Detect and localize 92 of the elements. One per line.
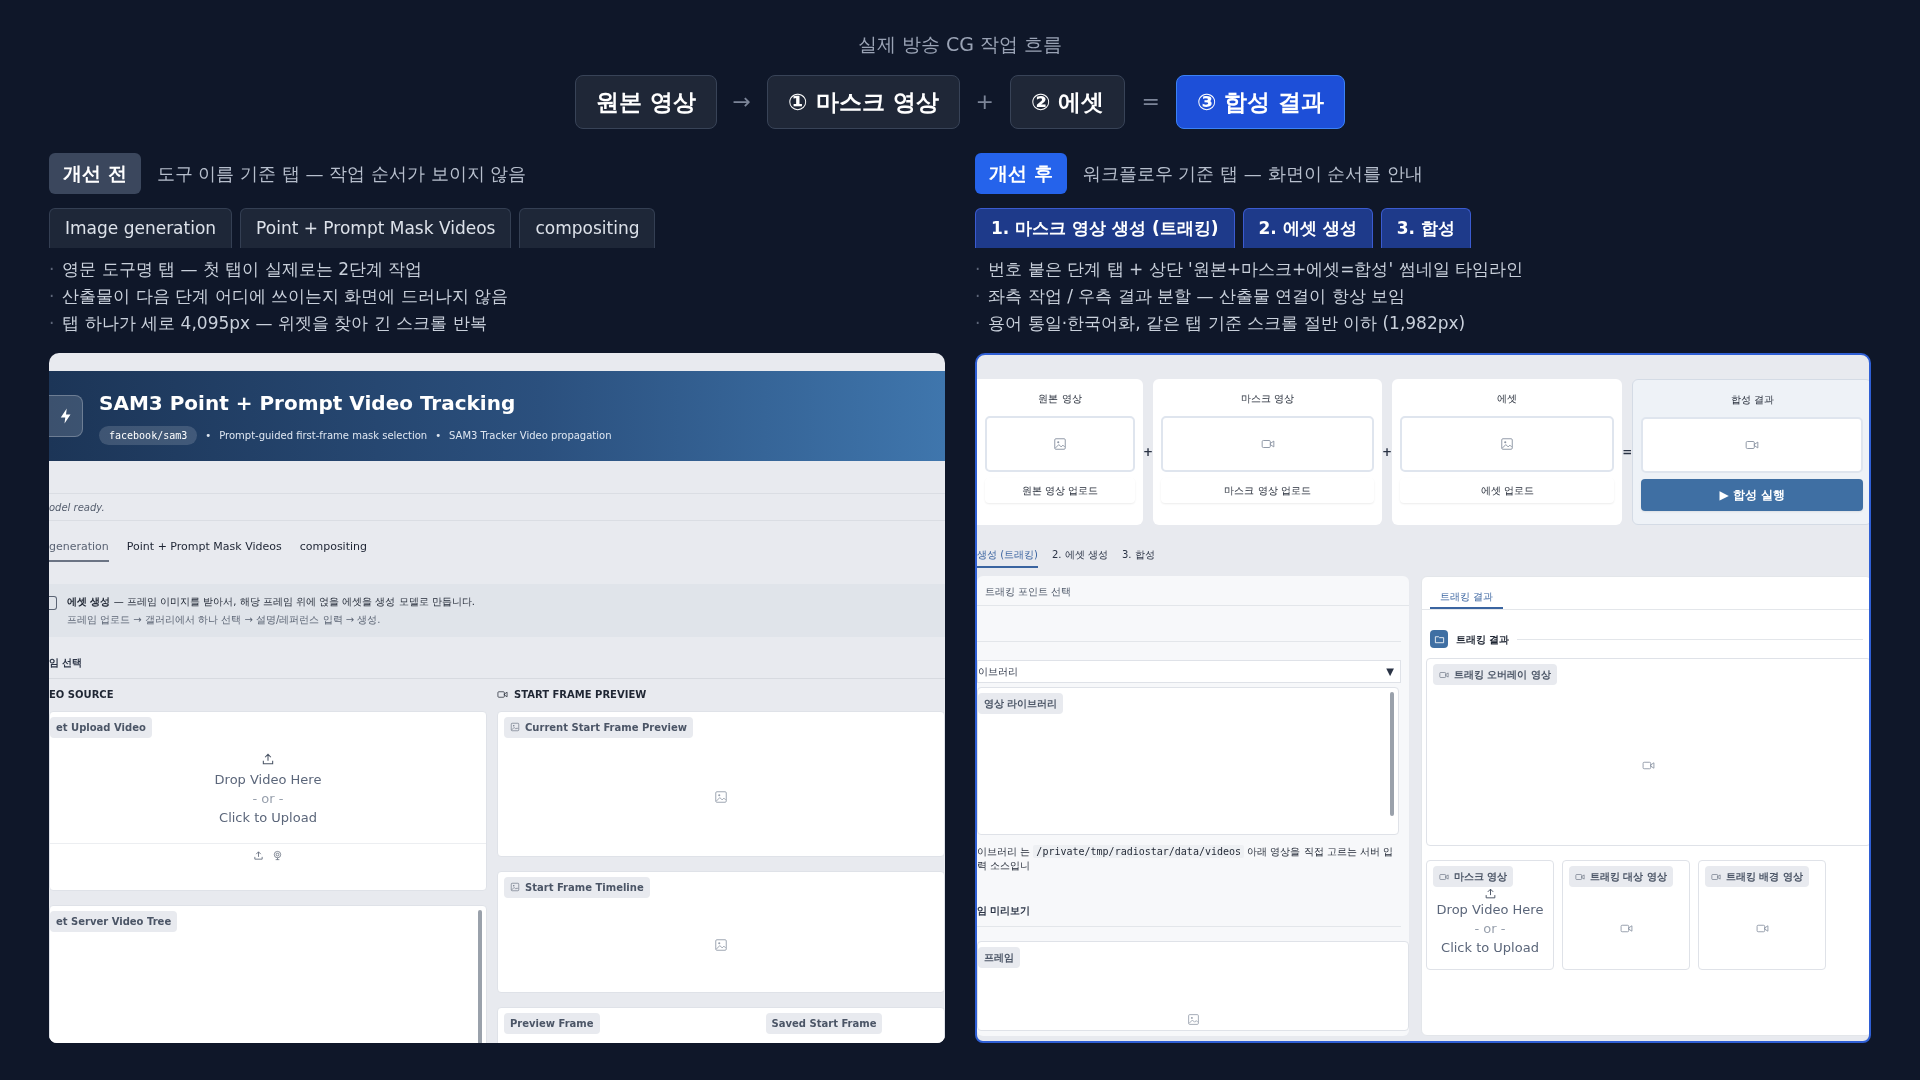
dropdown[interactable]: 이브러리 ▼ xyxy=(977,660,1401,683)
info-hint: 프레임 업로드 → 갤러리에서 하나 선택 → 설명/레퍼런스 입력 → 생성. xyxy=(67,612,382,627)
tab[interactable]: 3. 합성 xyxy=(1121,547,1155,568)
app-title: SAM3 Point + Prompt Video Tracking xyxy=(99,389,517,417)
card-label: et Upload Video xyxy=(50,716,152,738)
note-text: 이브러리 는 /private/tmp/radiostar/data/videos 아래 영상을 직접 고르는 서버 입력 소스입니 xyxy=(977,845,1395,873)
upload-icon xyxy=(253,849,264,861)
panel-title: 트래킹 포인트 선택 xyxy=(985,586,1072,597)
pipeline-operator: + xyxy=(1382,444,1393,461)
note-text: 산출물이 다음 단계 어디에 쓰이는지 화면에 드러나지 않음 xyxy=(62,285,509,308)
note-text: 탭 하나가 세로 4,095px — 위젯을 찾아 긴 스크롤 반복 xyxy=(62,312,487,335)
group-title: 트래킹 결과 xyxy=(1456,632,1510,647)
column-heading: START FRAME PREVIEW xyxy=(514,688,647,702)
tab[interactable]: generation xyxy=(49,539,109,562)
panel-tab[interactable]: 트래킹 결과 xyxy=(1430,589,1504,609)
image-icon xyxy=(714,789,728,804)
card-label: Start Frame Timeline xyxy=(504,876,650,898)
flow-operator: = xyxy=(1141,88,1160,117)
section-caption: 도구 이름 기준 탭 — 작업 순서가 보이지 않음 xyxy=(156,161,527,186)
video-camera-icon xyxy=(1439,871,1449,882)
bullet-mark: · xyxy=(49,258,55,281)
upload-button[interactable]: 에셋 업로드 xyxy=(1400,478,1615,503)
upload-link[interactable]: Click to Upload xyxy=(1436,938,1544,957)
bullet-mark: · xyxy=(975,285,981,308)
flow-step: ③ 합성 결과 xyxy=(1175,74,1346,129)
flow-operator: → xyxy=(732,88,752,117)
image-icon xyxy=(1186,1013,1200,1026)
card-label: Current Start Frame Preview xyxy=(504,716,693,738)
card-title: 원본 영상 xyxy=(1037,392,1083,406)
image-icon xyxy=(510,882,520,892)
repo-badge: facebook/sam3 xyxy=(99,425,198,445)
video-camera-icon xyxy=(497,689,508,700)
feature-text: SAM3 Tracker Video propagation xyxy=(449,428,612,443)
section-label: 임 미리보기 xyxy=(977,905,1031,916)
card-title: 에셋 xyxy=(1496,392,1519,406)
card-label: 프레임 xyxy=(978,947,1020,968)
note-text: 영문 도구명 탭 — 첫 탭이 실제로는 2단계 작업 xyxy=(62,258,423,281)
video-camera-icon xyxy=(1439,669,1449,680)
bullet-mark: · xyxy=(975,312,981,335)
bullet-mark: • xyxy=(205,428,212,443)
upload-button[interactable]: 원본 영상 업로드 xyxy=(985,478,1135,503)
column-heading: EO SOURCE xyxy=(49,688,114,702)
upload-button[interactable]: 마스크 영상 업로드 xyxy=(1161,478,1375,503)
bullet-mark: · xyxy=(49,285,55,308)
tab[interactable]: 2. 에셋 생성 xyxy=(1052,547,1108,568)
card-label: 트래킹 오버레이 영상 xyxy=(1433,664,1557,685)
pipeline-operator: = xyxy=(1622,444,1633,461)
note-text: 번호 붙은 단계 탭 + 상단 '원본+마스크+에셋=합성' 썸네일 타임라인 xyxy=(988,258,1523,281)
card-title: 합성 결과 xyxy=(1729,393,1775,407)
upload-icon xyxy=(1483,887,1497,900)
flow-step: 원본 영상 xyxy=(574,74,717,129)
run-button[interactable]: ▶ 합성 실행 xyxy=(1641,479,1864,511)
section-label: 임 선택 xyxy=(49,655,83,670)
image-icon xyxy=(510,722,520,732)
flow-step: ② 에셋 xyxy=(1010,74,1126,129)
note-text: 좌측 작업 / 우측 결과 분할 — 산출물 연결이 항상 보임 xyxy=(988,285,1406,308)
flow-step: ① 마스크 영상 xyxy=(767,74,960,129)
video-camera-icon xyxy=(1575,871,1585,882)
bullet-mark: • xyxy=(435,428,442,443)
or-text: - or - xyxy=(1473,920,1507,938)
tab[interactable]: 생성 (트래킹) xyxy=(977,547,1038,568)
webcam-icon xyxy=(272,849,283,861)
card-label: 트래킹 배경 영상 xyxy=(1705,866,1809,887)
card-label: Saved Start Frame xyxy=(765,1012,883,1034)
info-text: 에셋 생성 — 프레임 이미지를 받아서, 해당 프레임 위에 얹을 에셋을 생성 모델로 만듭니다. xyxy=(67,594,475,609)
section-caption: 워크플로우 기준 탭 — 화면이 순서를 안내 xyxy=(1082,161,1423,186)
card-label: Preview Frame xyxy=(504,1012,600,1034)
status-text: odel ready. xyxy=(49,500,105,515)
drop-text: Drop Video Here xyxy=(1436,901,1544,919)
card-label: 트래킹 대상 영상 xyxy=(1569,866,1673,887)
upload-icon xyxy=(261,751,275,766)
image-icon xyxy=(714,937,728,952)
card-title: 마스크 영상 xyxy=(1239,392,1296,406)
drop-text: Drop Video Here xyxy=(214,770,322,789)
note-text: 용어 통일·한국어화, 같은 탭 기준 스크롤 절반 이하 (1,982px) xyxy=(988,312,1466,335)
upload-link[interactable]: Click to Upload xyxy=(214,807,322,827)
or-text: - or - xyxy=(251,789,285,808)
video-camera-icon xyxy=(1711,871,1721,882)
bullet-mark: · xyxy=(49,312,55,335)
card-label: et Server Video Tree xyxy=(50,910,178,932)
flow-operator: + xyxy=(975,88,994,117)
info-icon xyxy=(49,595,57,610)
card-label: 영상 라이브러리 xyxy=(978,693,1064,714)
card-label: 마스크 영상 xyxy=(1433,866,1514,887)
pipeline-operator: + xyxy=(1143,444,1154,461)
tab[interactable]: compositing xyxy=(299,539,367,562)
section-badge: 개선 전 xyxy=(49,153,141,194)
diagram-subtitle: 실제 방송 CG 작업 흐름 xyxy=(857,32,1063,57)
bullet-mark: · xyxy=(975,258,981,281)
section-badge: 개선 후 xyxy=(975,153,1067,194)
feature-text: Prompt-guided first-frame mask selection xyxy=(219,428,428,443)
tab[interactable]: Point + Prompt Mask Videos xyxy=(126,539,282,562)
